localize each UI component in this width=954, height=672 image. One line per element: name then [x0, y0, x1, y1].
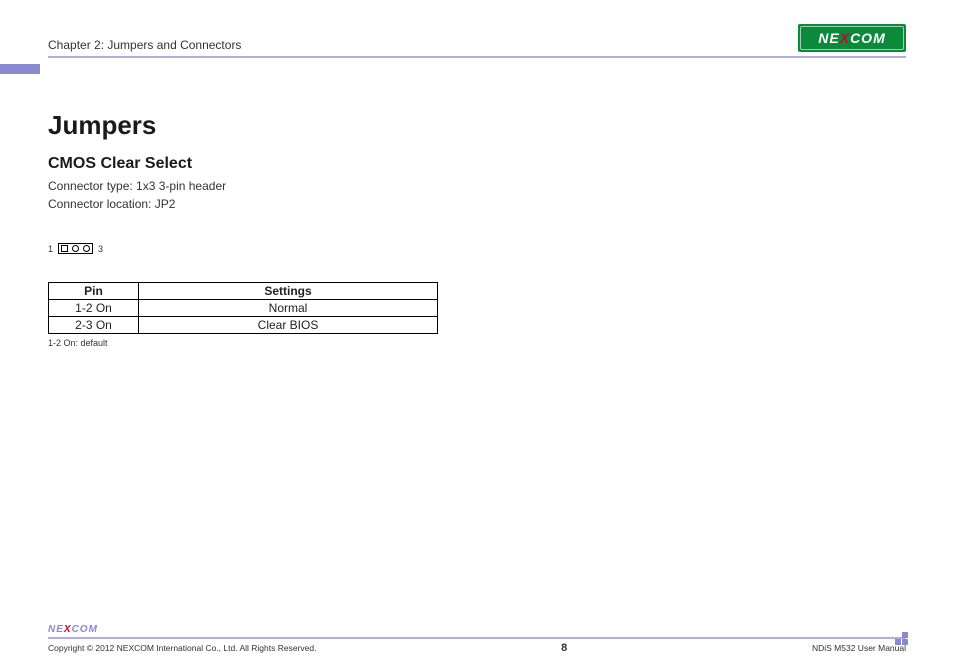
pin-header-icon: [58, 243, 93, 254]
pin-2-icon: [72, 245, 79, 252]
pin-diagram: 1 3: [48, 243, 906, 254]
pin-1-icon: [61, 245, 68, 252]
logo-text-x: X: [840, 30, 850, 46]
table-header-row: Pin Settings: [49, 283, 438, 300]
col-header-pin: Pin: [49, 283, 139, 300]
cell-settings: Normal: [139, 300, 438, 317]
footer-logo-right: COM: [72, 624, 98, 635]
nexcom-logo: NEXCOM: [798, 24, 906, 52]
footer: NEXCOM Copyright © 2012 NEXCOM Internati…: [48, 624, 906, 654]
table-row: 1-2 On Normal: [49, 300, 438, 317]
chapter-title: Chapter 2: Jumpers and Connectors: [48, 38, 241, 52]
logo-text-left: NE: [818, 30, 839, 46]
settings-table: Pin Settings 1-2 On Normal 2-3 On Clear …: [48, 282, 438, 334]
cell-pin: 1-2 On: [49, 300, 139, 317]
table-row: 2-3 On Clear BIOS: [49, 317, 438, 334]
logo-text-right: COM: [850, 30, 886, 46]
footer-logo-left: NE: [48, 624, 64, 635]
cell-pin: 2-3 On: [49, 317, 139, 334]
connector-type: Connector type: 1x3 3-pin header: [48, 177, 906, 195]
footer-logo-x: X: [64, 624, 72, 635]
footer-divider: [48, 637, 906, 639]
col-header-settings: Settings: [139, 283, 438, 300]
header-divider: [48, 56, 906, 58]
table-note: 1-2 On: default: [48, 338, 906, 348]
connector-location: Connector location: JP2: [48, 195, 906, 213]
page-title: Jumpers: [48, 110, 906, 141]
copyright-text: Copyright © 2012 NEXCOM International Co…: [48, 643, 316, 653]
pin-label-left: 1: [48, 244, 53, 254]
cell-settings: Clear BIOS: [139, 317, 438, 334]
accent-bar: [0, 64, 40, 74]
pin-3-icon: [83, 245, 90, 252]
footer-squares-icon: [895, 632, 908, 645]
pin-label-right: 3: [98, 244, 103, 254]
footer-logo: NEXCOM: [48, 624, 98, 635]
section-subtitle: CMOS Clear Select: [48, 155, 906, 173]
page-number: 8: [561, 642, 567, 654]
manual-name: NDiS M532 User Manual: [812, 643, 906, 653]
